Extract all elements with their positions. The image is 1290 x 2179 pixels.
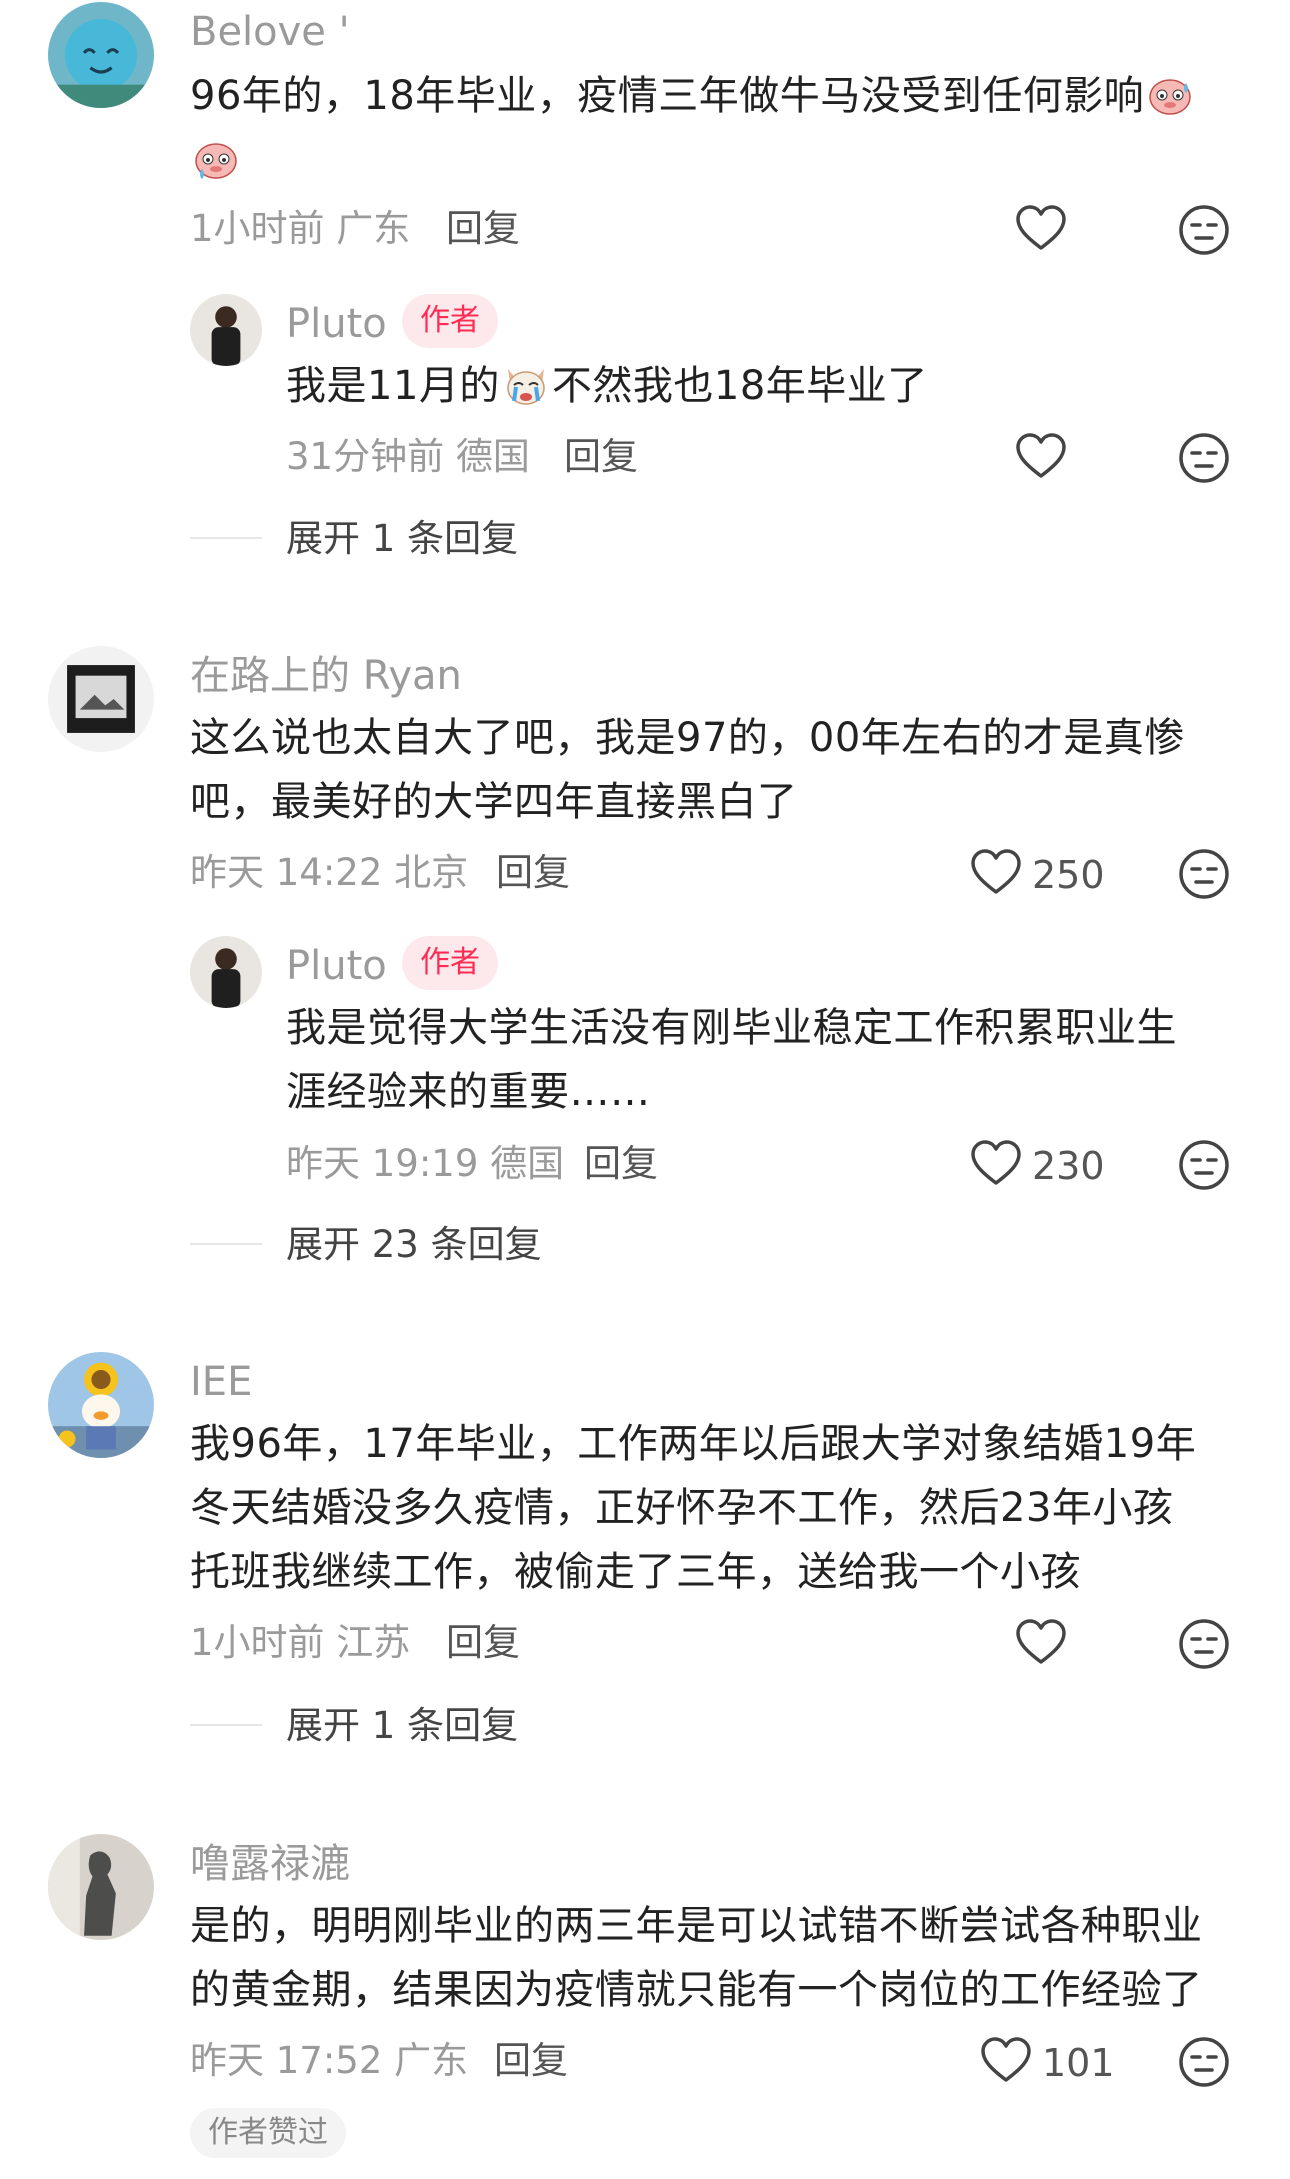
expand-replies-button[interactable]: 展开 1 条回复 xyxy=(286,1707,518,1744)
avatar[interactable] xyxy=(48,646,154,752)
comment-username[interactable]: IEE xyxy=(190,1362,252,1402)
reply-username[interactable]: Pluto xyxy=(286,946,387,986)
sweat-pig-emoji-icon xyxy=(195,143,237,179)
dislike-button[interactable] xyxy=(1178,2036,1230,2088)
unamused-face-icon xyxy=(1179,849,1229,899)
heart-outline-icon xyxy=(981,2037,1031,2082)
comment-text-line: 是的，明明刚毕业的两三年是可以试错不断尝试各种职业 xyxy=(190,1903,1203,1949)
avatar[interactable] xyxy=(48,2,154,108)
crying-dog-emoji-icon xyxy=(507,369,545,405)
reply-button[interactable]: 回复 xyxy=(496,854,570,891)
person-photo-icon xyxy=(190,294,262,366)
reply-meta: 昨天 19:19 德国 xyxy=(286,1142,565,1185)
comment-text-line: 的黄金期，结果因为疫情就只能有一个岗位的工作经验了 xyxy=(190,1967,1203,2013)
comment-text: 是的，明明刚毕业的两三年是可以试错不断尝试各种职业 的黄金期，结果因为疫情就只能… xyxy=(190,1894,1203,2022)
comment-text-line: 吧，最美好的大学四年直接黑白了 xyxy=(190,779,798,825)
comment-meta: 昨天 14:22 北京 xyxy=(190,851,469,894)
reply-button[interactable]: 回复 xyxy=(446,1624,520,1661)
reply-text-part: 不然我也18年毕业了 xyxy=(551,363,928,409)
photo-avatar-icon xyxy=(48,646,154,752)
sunflower-duck-avatar-icon xyxy=(48,1352,154,1458)
person-photo-icon xyxy=(190,936,262,1008)
reply-avatar[interactable] xyxy=(190,294,262,366)
comment-username[interactable]: 噜露禄漉 xyxy=(190,1844,350,1884)
dislike-button[interactable] xyxy=(1178,848,1230,900)
unamused-face-icon xyxy=(1179,205,1229,255)
heart-outline-icon xyxy=(971,849,1021,894)
unamused-face-icon xyxy=(1179,433,1229,483)
like-button[interactable] xyxy=(970,848,1022,896)
like-count: 101 xyxy=(1042,2041,1115,2085)
comment-text: 96年的，18年毕业，疫情三年做牛马没受到任何影响 xyxy=(190,64,1196,192)
reply-text-line: 涯经验来的重要…… xyxy=(286,1069,651,1115)
comment-text-line: 这么说也太自大了吧，我是97的，00年左右的才是真惨 xyxy=(190,715,1185,761)
comment-username[interactable]: Belove ' xyxy=(190,12,350,52)
author-liked-tag: 作者赞过 xyxy=(190,2108,346,2158)
comment-meta: 1小时前 江苏 xyxy=(190,1621,411,1664)
comment-meta: 昨天 17:52 广东 xyxy=(190,2039,469,2082)
reply-button[interactable]: 回复 xyxy=(584,1145,658,1182)
author-badge: 作者 xyxy=(402,936,498,990)
author-badge: 作者 xyxy=(402,294,498,348)
dislike-button[interactable] xyxy=(1178,204,1230,256)
reply-text-line: 我是觉得大学生活没有刚毕业稳定工作积累职业生 xyxy=(286,1005,1177,1051)
divider xyxy=(190,1243,262,1245)
dislike-button[interactable] xyxy=(1178,432,1230,484)
like-button[interactable] xyxy=(970,1139,1022,1187)
dislike-button[interactable] xyxy=(1178,1618,1230,1670)
unamused-face-icon xyxy=(1179,1619,1229,1669)
divider xyxy=(190,1724,262,1726)
comment-text-line: 托班我继续工作，被偷走了三年，送给我一个小孩 xyxy=(190,1549,1081,1595)
statue-avatar-icon xyxy=(48,1834,154,1940)
comment-text: 这么说也太自大了吧，我是97的，00年左右的才是真惨 吧，最美好的大学四年直接黑… xyxy=(190,706,1185,834)
like-button[interactable] xyxy=(1015,204,1067,252)
reply-text: 我是觉得大学生活没有刚毕业稳定工作积累职业生 涯经验来的重要…… xyxy=(286,996,1177,1124)
expand-replies-button[interactable]: 展开 23 条回复 xyxy=(286,1226,542,1263)
comment-text-line: 我96年，17年毕业，工作两年以后跟大学对象结婚19年 xyxy=(190,1421,1197,1467)
like-count: 230 xyxy=(1032,1144,1105,1188)
heart-outline-icon xyxy=(1016,205,1066,250)
reply-button[interactable]: 回复 xyxy=(446,210,520,247)
reply-meta: 31分钟前 德国 xyxy=(286,435,530,478)
reply-text: 我是11月的 不然我也18年毕业了 xyxy=(286,354,928,418)
comment-text-line: 冬天结婚没多久疫情，正好怀孕不工作，然后23年小孩 xyxy=(190,1485,1174,1531)
reply-text-part: 我是11月的 xyxy=(286,363,500,409)
like-button[interactable] xyxy=(980,2036,1032,2084)
expand-replies-button[interactable]: 展开 1 条回复 xyxy=(286,520,518,557)
reply-username[interactable]: Pluto xyxy=(286,304,387,344)
heart-outline-icon xyxy=(1016,433,1066,478)
unamused-face-icon xyxy=(1179,2037,1229,2087)
avatar[interactable] xyxy=(48,1352,154,1458)
heart-outline-icon xyxy=(1016,1619,1066,1664)
reply-button[interactable]: 回复 xyxy=(564,438,638,475)
comment-text: 我96年，17年毕业，工作两年以后跟大学对象结婚19年 冬天结婚没多久疫情，正好… xyxy=(190,1412,1196,1604)
dislike-button[interactable] xyxy=(1178,1139,1230,1191)
divider xyxy=(190,537,262,539)
heart-outline-icon xyxy=(971,1140,1021,1185)
unamused-face-icon xyxy=(1179,1140,1229,1190)
like-button[interactable] xyxy=(1015,432,1067,480)
reply-button[interactable]: 回复 xyxy=(494,2042,568,2079)
avatar[interactable] xyxy=(48,1834,154,1940)
comment-username[interactable]: 在路上的 Ryan xyxy=(190,656,462,696)
comment-meta: 1小时前 广东 xyxy=(190,207,411,250)
reply-avatar[interactable] xyxy=(190,936,262,1008)
comment-text-line: 96年的，18年毕业，疫情三年做牛马没受到任何影响 xyxy=(190,73,1145,119)
blue-cartoon-avatar-icon xyxy=(48,2,154,108)
sweat-pig-emoji-icon xyxy=(1149,79,1192,115)
like-button[interactable] xyxy=(1015,1618,1067,1666)
like-count: 250 xyxy=(1032,853,1105,897)
